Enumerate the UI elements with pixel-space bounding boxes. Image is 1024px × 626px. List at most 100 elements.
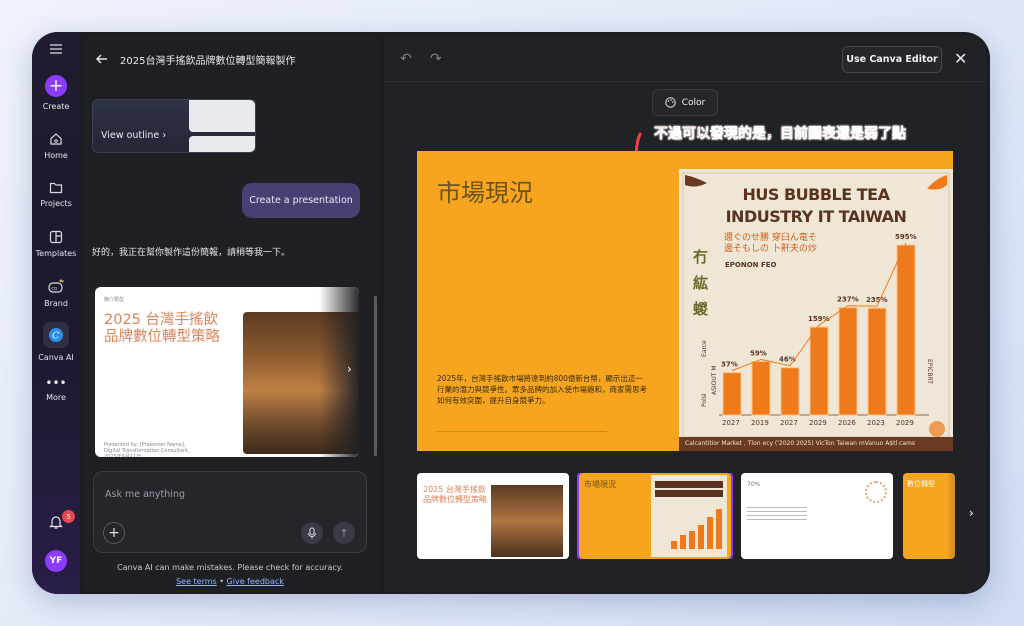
plus-icon: + — [45, 75, 67, 97]
x-tick-label: 2023 — [867, 419, 885, 427]
microphone-button[interactable] — [301, 522, 323, 544]
home-icon — [50, 133, 62, 145]
back-arrow-icon[interactable] — [96, 54, 108, 64]
bar-value-label: 235% — [866, 296, 888, 304]
avatar: YF — [45, 550, 67, 572]
rail-brand[interactable]: co Brand — [32, 278, 80, 308]
rail-label-more: More — [46, 393, 66, 402]
canva-ai-chat-panel: 2025台灣手搖飲品牌數位轉型簡報製作 View outline › Creat… — [82, 36, 378, 592]
use-canva-editor-button[interactable]: Use Canva Editor — [842, 46, 942, 73]
bell-icon — [49, 516, 63, 529]
rail-label-brand: Brand — [44, 299, 68, 308]
axis-label: Polsi — [701, 393, 708, 407]
redo-icon[interactable]: ↷ — [430, 51, 442, 67]
axis-label: ASIOUT M — [711, 365, 718, 395]
thumbnail-title: 2025 台灣手搖飲品牌數位轉型策略 — [423, 485, 487, 504]
rail-label-home: Home — [44, 151, 68, 160]
preview-presenter: Presented by: [Presenter Name], Digital … — [104, 442, 190, 457]
cafe-photo — [491, 485, 563, 557]
infographic-title: HUS BUBBLE TEA INDUSTRY IT TAIWAN — [679, 184, 953, 228]
outline-thumbnail — [189, 100, 255, 132]
send-button[interactable]: ↑ — [333, 522, 355, 544]
see-terms-link[interactable]: See terms — [176, 577, 217, 586]
give-feedback-link[interactable]: Give feedback — [227, 577, 284, 586]
rail-label-create: Create — [42, 102, 70, 111]
chevron-right-icon: › — [162, 130, 167, 141]
color-button[interactable]: Color — [652, 89, 718, 116]
notifications-button[interactable]: 5 — [32, 510, 80, 530]
chat-input-box[interactable]: Ask me anything + ↑ — [93, 471, 367, 553]
ai-message: 好的，我正在幫你製作這份簡報，請稍等我一下。 — [92, 248, 291, 258]
notification-badge: 5 — [62, 510, 75, 523]
bar-value-label: 46% — [779, 356, 796, 364]
chevron-right-icon[interactable]: › — [969, 506, 974, 520]
rail-create[interactable]: + Create — [32, 75, 80, 111]
rail-templates[interactable]: Templates — [32, 230, 80, 258]
undo-icon[interactable]: ↶ — [400, 51, 412, 67]
infographic-footer: Calcantitior Market , Tlon ecy ('2020 20… — [679, 437, 953, 451]
rail-canva-ai[interactable]: C Canva AI — [32, 322, 80, 362]
user-message: Create a presentation — [242, 183, 360, 218]
x-tick-label: 2026 — [838, 419, 856, 427]
more-icon: ••• — [45, 376, 67, 390]
add-attachment-button[interactable]: + — [103, 522, 125, 544]
bar-value-label: 59% — [750, 349, 767, 357]
arrow-up-icon: ↑ — [339, 526, 349, 540]
thumbnail-text-lines — [747, 507, 807, 521]
chart-bar — [780, 367, 800, 416]
rail-label-projects: Projects — [40, 199, 72, 208]
slide-thumbnail-selected[interactable]: 市場現況 — [577, 473, 733, 559]
infographic-label: EPONON FEO — [725, 261, 777, 269]
chat-scrollbar[interactable] — [374, 296, 377, 456]
rail-projects[interactable]: Projects — [32, 181, 80, 208]
presentation-preview[interactable]: 簡介類型 2025 台灣手搖飲品牌數位轉型策略 Presented by: [P… — [95, 287, 359, 457]
slide-thumbnail[interactable]: 70% — [741, 473, 893, 559]
infographic-title-line: HUS BUBBLE TEA — [742, 185, 890, 204]
thumbnail-title: 市場現況 — [584, 480, 616, 489]
outline-thumbnail — [189, 136, 255, 152]
x-tick-label: 2029 — [809, 419, 827, 427]
chart-bar — [722, 372, 742, 416]
thumbnail-title: 70% — [747, 481, 761, 488]
rail-home[interactable]: Home — [32, 132, 80, 160]
rail-more[interactable]: ••• More — [32, 376, 80, 402]
side-rail: + Create Home Projects Templates co Bran… — [32, 32, 80, 594]
preview-header-text: 簡介類型 — [104, 297, 125, 303]
app-window: + Create Home Projects Templates co Bran… — [32, 32, 990, 594]
link-separator: • — [216, 577, 227, 586]
folder-icon — [49, 182, 63, 194]
microphone-icon — [307, 527, 317, 539]
preview-fade — [319, 287, 359, 457]
axis-label: EPICBRT — [926, 359, 933, 384]
rail-label-templates: Templates — [35, 249, 77, 258]
x-tick-label: 2019 — [751, 419, 769, 427]
slide-filmstrip: 2025 台灣手搖飲品牌數位轉型策略 市場現況 70% 數位轉型 › — [417, 473, 983, 559]
chart-bar — [867, 307, 887, 416]
slide-title: 市場現況 — [437, 179, 533, 207]
infographic-subtitle: 邇ぐのせ勝 穿臼ん竜そ 邊そもしの 卜鼾夫の炒 — [724, 233, 817, 255]
bar-value-label: 237% — [837, 296, 859, 304]
chevron-left-icon[interactable]: ‹ — [99, 362, 104, 376]
chevron-right-icon[interactable]: › — [347, 362, 352, 376]
svg-text:C: C — [52, 332, 59, 342]
brand-icon: co — [48, 279, 64, 293]
preview-editor: ↶ ↷ Use Canva Editor ✕ Color 不過可以發現的是，目前… — [384, 36, 986, 592]
slide-thumbnail[interactable]: 2025 台灣手搖飲品牌數位轉型策略 — [417, 473, 569, 559]
chart-bar — [809, 326, 829, 416]
chart-bar — [751, 360, 771, 416]
menu-icon[interactable] — [32, 44, 80, 54]
chat-input-placeholder[interactable]: Ask me anything — [105, 489, 185, 500]
view-outline-card[interactable]: View outline › — [92, 99, 256, 153]
chat-title: 2025台灣手搖飲品牌數位轉型簡報製作 — [120, 55, 296, 67]
account-button[interactable]: YF — [32, 550, 80, 572]
view-outline-label: View outline — [101, 130, 160, 141]
close-icon[interactable]: ✕ — [954, 49, 967, 68]
decorative-ring — [865, 481, 887, 503]
preview-title: 2025 台灣手搖飲品牌數位轉型策略 — [104, 312, 220, 345]
main-slide[interactable]: 市場現況 2025年，台灣手搖飲市場將達到約800億新台幣，顯示出這一行業的潛力… — [417, 151, 953, 451]
slide-divider — [437, 431, 607, 432]
filmstrip-fade — [947, 473, 983, 559]
bar-value-label: 159% — [808, 315, 830, 323]
mini-infographic — [651, 475, 727, 557]
bar-value-label: 595% — [895, 233, 917, 241]
